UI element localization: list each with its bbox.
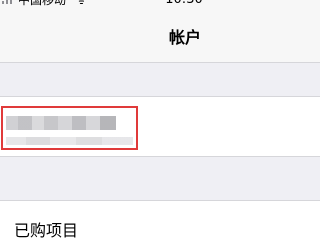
- navigation-header: 中国移动 ᯤ 10:30 帐户: [0, 0, 320, 63]
- carrier-name: 中国移动: [18, 0, 67, 7]
- section-spacer: [0, 63, 320, 96]
- status-bar: 中国移动 ᯤ 10:30: [0, 0, 320, 9]
- purchased-items-row[interactable]: 已购项目: [0, 200, 320, 241]
- wifi-icon: ᯤ: [76, 0, 87, 7]
- section-spacer: [0, 157, 320, 200]
- account-info-cell[interactable]: [0, 96, 320, 157]
- redacted-account-name: [6, 116, 116, 130]
- page-title: 帐户: [168, 28, 201, 47]
- redacted-account-email: [6, 137, 133, 145]
- clock-time: 10:30: [160, 0, 208, 9]
- purchased-items-label: 已购项目: [14, 221, 79, 240]
- signal-strength-icon: [2, 0, 12, 4]
